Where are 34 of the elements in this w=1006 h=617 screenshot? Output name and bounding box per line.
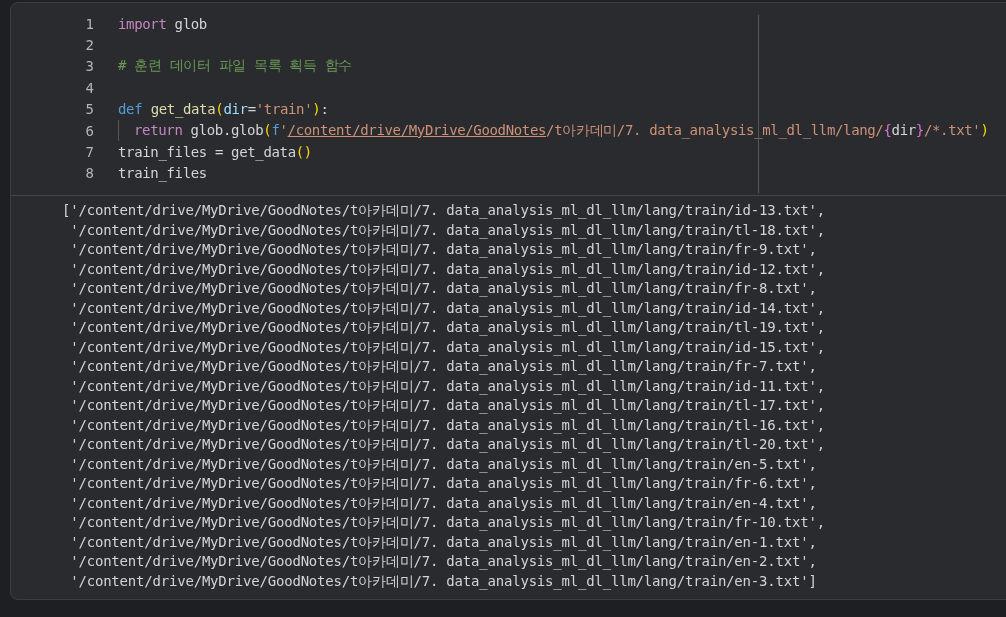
output-line: '/content/drive/MyDrive/GoodNotes/t아카데미/7. data_analysis_ml_dl_llm/lang/train/en-4.txt', [69,493,818,513]
line-number: 3 [84,58,94,75]
output-line: '/content/drive/MyDrive/GoodNotes/t아카데미/7. data_analysis_ml_dl_llm/lang/train/id-14.txt', [69,298,826,318]
output-line: ['/content/drive/MyDrive/GoodNotes/t아카데미/7. data_analysis_ml_dl_llm/lang/train/id-13.txt', [62,201,826,221]
output-line: '/content/drive/MyDrive/GoodNotes/t아카데미/7. data_analysis_ml_dl_llm/lang/train/en-5.txt', [69,454,818,474]
output-line: '/content/drive/MyDrive/GoodNotes/t아카데미/7. data_analysis_ml_dl_llm/lang/train/tl-16.txt', [69,415,826,435]
code-line: def get_data(dir='train'): [118,101,329,118]
output-line: '/content/drive/MyDrive/GoodNotes/t아카데미/7. data_analysis_ml_dl_llm/lang/train/id-15.txt', [69,337,826,357]
line-number: 2 [84,37,94,54]
code-line: import glob [118,15,207,32]
code-line: # 훈련 데이터 파일 목록 획득 함수 [118,57,352,76]
code-line: return glob.glob(f'/content/drive/MyDrive/GoodNotes/t아카데미/7. data_analysis_ml_dl_llm/lang/{dir}/*.txt') [134,121,989,140]
output-line: '/content/drive/MyDrive/GoodNotes/t아카데미/7. data_analysis_ml_dl_llm/lang/train/fr-6.txt', [69,474,818,494]
output-line: '/content/drive/MyDrive/GoodNotes/t아카데미/7. data_analysis_ml_dl_llm/lang/train/en-3.txt'] [69,571,818,591]
output-line: '/content/drive/MyDrive/GoodNotes/t아카데미/7. data_analysis_ml_dl_llm/lang/train/fr-8.txt', [69,279,818,299]
code-line: train_files = get_data() [118,144,312,161]
output-line: '/content/drive/MyDrive/GoodNotes/t아카데미/7. data_analysis_ml_dl_llm/lang/train/id-11.txt', [69,376,826,396]
output-line: '/content/drive/MyDrive/GoodNotes/t아카데미/7. data_analysis_ml_dl_llm/lang/train/id-12.txt', [69,259,826,279]
output-line: '/content/drive/MyDrive/GoodNotes/t아카데미/7. data_analysis_ml_dl_llm/lang/train/fr-7.txt', [69,357,818,377]
line-number: 4 [84,79,94,96]
line-number: 7 [84,144,94,161]
output-line: '/content/drive/MyDrive/GoodNotes/t아카데미/7. data_analysis_ml_dl_llm/lang/train/tl-19.txt', [69,318,826,338]
output-line: '/content/drive/MyDrive/GoodNotes/t아카데미/7. data_analysis_ml_dl_llm/lang/train/fr-10.txt', [69,513,826,533]
line-number: 5 [84,101,94,118]
output-line: '/content/drive/MyDrive/GoodNotes/t아카데미/7. data_analysis_ml_dl_llm/lang/train/en-2.txt', [69,552,818,572]
output-line: '/content/drive/MyDrive/GoodNotes/t아카데미/7. data_analysis_ml_dl_llm/lang/train/tl-18.txt', [69,220,826,240]
output-line: '/content/drive/MyDrive/GoodNotes/t아카데미/7. data_analysis_ml_dl_llm/lang/train/fr-9.txt', [69,240,818,260]
code-line: train_files [118,165,207,182]
line-number: 8 [84,165,94,182]
output-line: '/content/drive/MyDrive/GoodNotes/t아카데미/7. data_analysis_ml_dl_llm/lang/train/en-1.txt', [69,532,818,552]
line-number: 6 [84,122,94,139]
line-number: 1 [84,15,94,32]
output-line: '/content/drive/MyDrive/GoodNotes/t아카데미/7. data_analysis_ml_dl_llm/lang/train/tl-17.txt', [69,396,826,416]
output-line: '/content/drive/MyDrive/GoodNotes/t아카데미/7. data_analysis_ml_dl_llm/lang/train/tl-20.txt', [69,435,826,455]
